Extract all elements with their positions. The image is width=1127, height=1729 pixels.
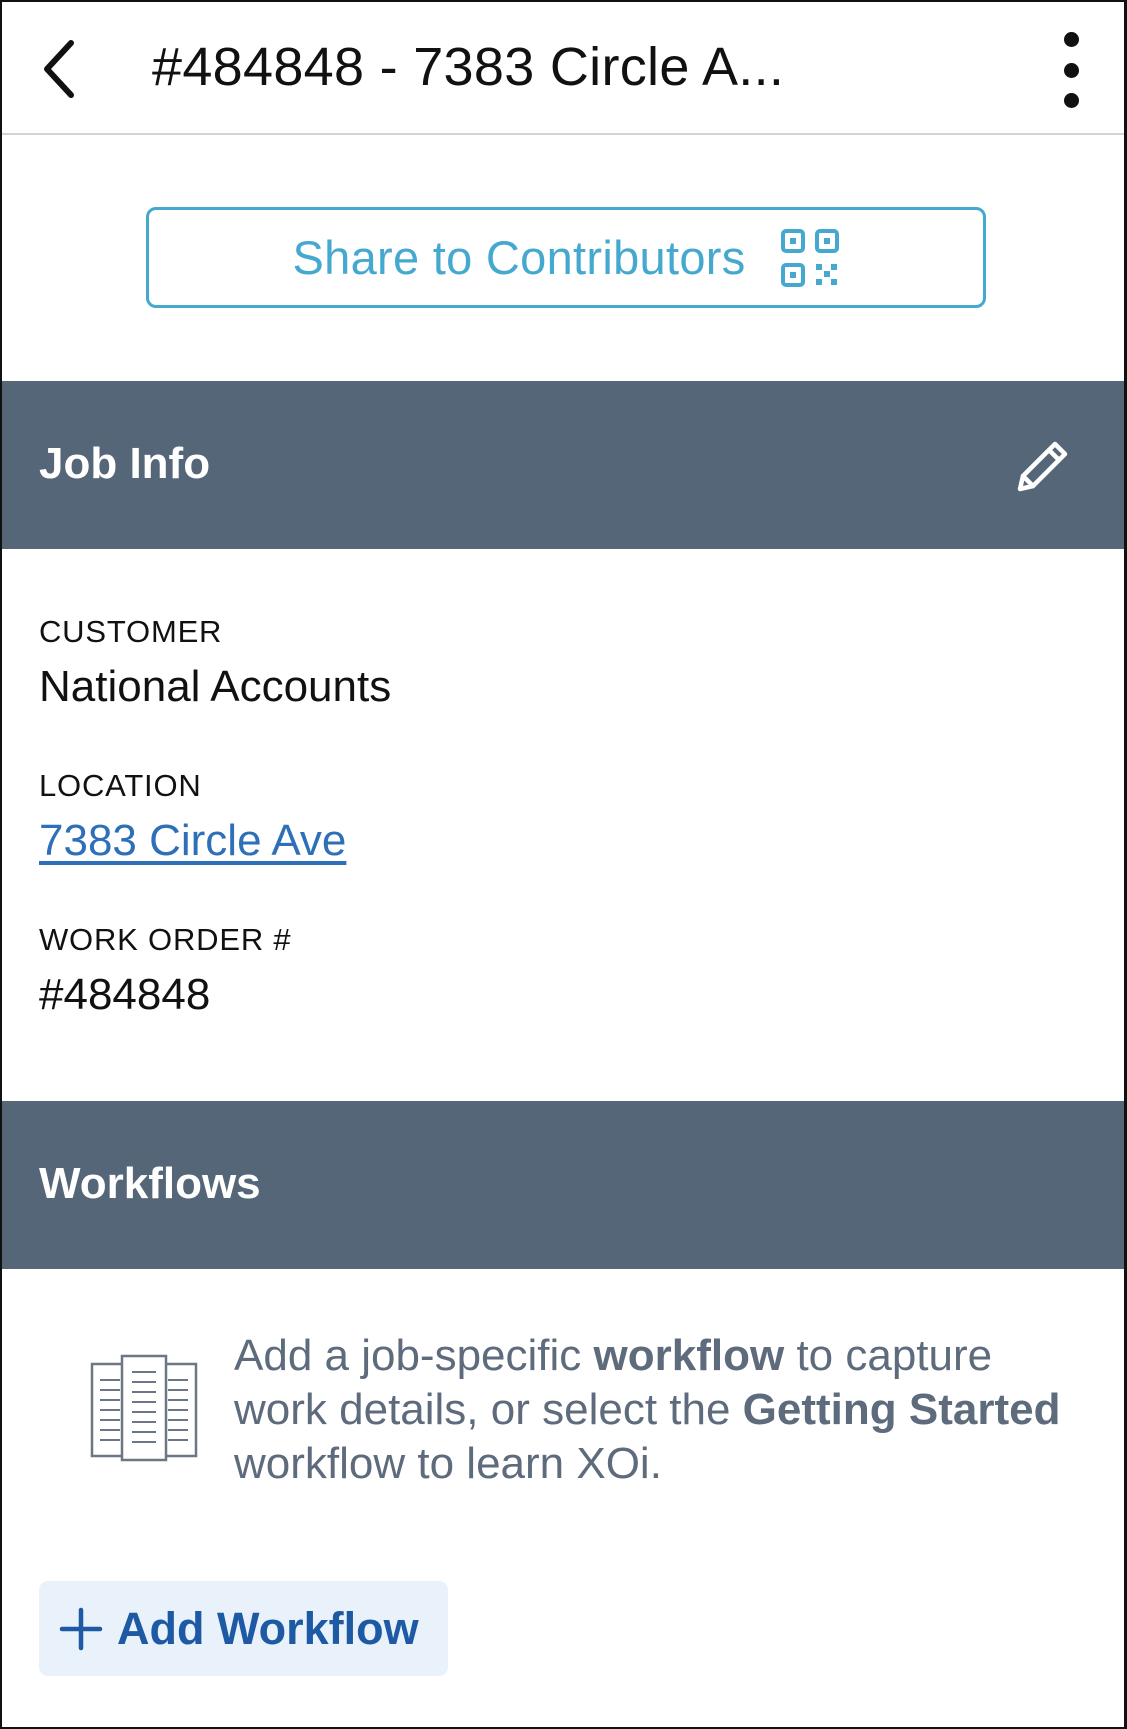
workflows-empty-message: Add a job-specific workflow to capture w… [234,1329,1084,1491]
top-app-bar: #484848 - 7383 Circle A... [2,2,1124,135]
add-workflow-label: Add Workflow [117,1602,419,1654]
customer-value: National Accounts [39,662,392,711]
workflows-heading: Workflows [39,1159,261,1208]
empty-text-part: Add a job-specific [234,1331,594,1380]
chevron-left-icon [44,40,74,98]
screen: #484848 - 7383 Circle A... Share to Cont… [0,0,1127,1729]
document-columns-icon [90,1354,198,1462]
qr-code-icon [780,228,839,287]
workflows-section-header: Workflows [2,1101,1124,1269]
empty-text-part: workflow to learn XOi. [234,1439,662,1488]
share-to-contributors-button[interactable]: Share to Contributors [146,207,986,308]
empty-text-bold: Getting Started [742,1385,1061,1434]
job-info-heading: Job Info [39,439,211,488]
add-workflow-button[interactable]: Add Workflow [39,1581,448,1676]
more-options-button[interactable] [1046,28,1096,112]
work-order-label: WORK ORDER # [39,922,292,957]
job-info-section-header: Job Info [2,381,1124,549]
page-title: #484848 - 7383 Circle A... [152,37,785,97]
empty-text-bold: workflow [593,1331,785,1380]
location-link[interactable]: 7383 Circle Ave [39,816,346,866]
more-dot [1063,62,1079,78]
more-dot [1063,93,1079,108]
more-vertical-icon [1063,32,1079,47]
edit-job-info-button[interactable] [1014,437,1072,495]
share-button-label: Share to Contributors [292,231,746,284]
back-button[interactable] [24,32,94,106]
work-order-value: #484848 [39,970,211,1019]
pencil-icon [1017,441,1068,492]
plus-icon [59,1607,103,1650]
customer-label: CUSTOMER [39,614,223,649]
location-label: LOCATION [39,768,202,803]
